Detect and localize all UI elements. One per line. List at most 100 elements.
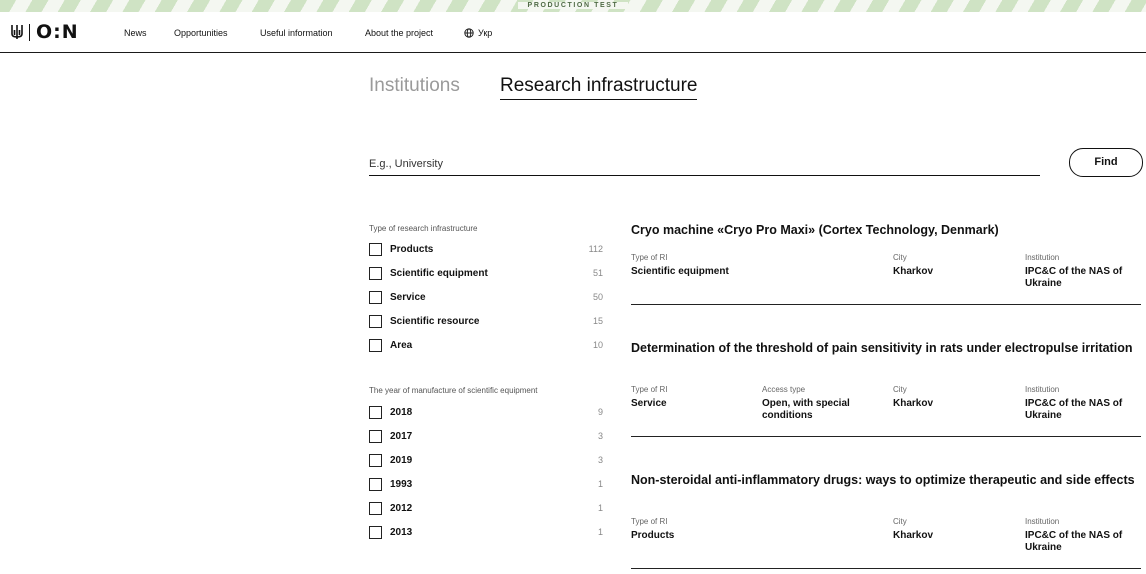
- result-institution-label: Institution: [1025, 385, 1060, 394]
- trident-icon: [11, 25, 23, 39]
- globe-icon: [464, 28, 474, 38]
- result-type: Type of RI Service: [631, 385, 667, 410]
- filter-label: Scientific resource: [390, 316, 480, 327]
- filter-count: 1: [597, 479, 603, 489]
- checkbox[interactable]: [369, 478, 382, 491]
- nav-opportunities[interactable]: Opportunities: [174, 28, 228, 38]
- checkbox[interactable]: [369, 315, 382, 328]
- checkbox[interactable]: [369, 406, 382, 419]
- language-label: Укр: [478, 28, 493, 38]
- checkbox[interactable]: [369, 243, 382, 256]
- result-access-label: Access type: [762, 385, 806, 394]
- filter-count: 10: [592, 340, 603, 350]
- filter-count: 3: [597, 431, 603, 441]
- filter-label: 2017: [390, 431, 413, 442]
- filter-year-2019[interactable]: 2019 3: [369, 454, 603, 470]
- language-switch[interactable]: Укр: [464, 28, 492, 38]
- result-type-value: Service: [631, 398, 667, 409]
- result-institution-label: Institution: [1025, 517, 1060, 526]
- logo[interactable]: O:N: [10, 21, 79, 43]
- checkbox[interactable]: [369, 502, 382, 515]
- filter-label: Products: [390, 244, 434, 255]
- checkbox[interactable]: [369, 267, 382, 280]
- result-institution-label: Institution: [1025, 253, 1060, 262]
- filter-count: 3: [597, 455, 603, 465]
- filter-label: 2012: [390, 503, 413, 514]
- result-city-label: City: [893, 517, 907, 526]
- result-institution-value: IPC&C of the NAS of Ukraine: [1025, 530, 1123, 553]
- filter-type-scientific-resource[interactable]: Scientific resource 15: [369, 315, 603, 331]
- filter-label: Area: [390, 340, 413, 351]
- filter-year-2013[interactable]: 2013 1: [369, 526, 603, 542]
- result-title[interactable]: Determination of the threshold of pain s…: [631, 341, 1141, 356]
- result-type-label: Type of RI: [631, 385, 668, 394]
- result-city: City Kharkov: [893, 385, 933, 410]
- checkbox[interactable]: [369, 454, 382, 467]
- result-type-value: Scientific equipment: [631, 266, 729, 277]
- filter-label: 2019: [390, 455, 413, 466]
- filter-type-scientific-equipment[interactable]: Scientific equipment 51: [369, 267, 603, 283]
- result-type-label: Type of RI: [631, 517, 668, 526]
- filter-type-title: Type of research infrastructure: [369, 224, 478, 233]
- result-city: City Kharkov: [893, 253, 933, 278]
- result-type-value: Products: [631, 530, 675, 541]
- filter-label: 1993: [390, 479, 413, 490]
- result-institution: Institution IPC&C of the NAS of Ukraine: [1025, 517, 1141, 554]
- logo-text: O:N: [36, 21, 79, 43]
- filter-type-area[interactable]: Area 10: [369, 339, 603, 355]
- filter-count: 1: [597, 527, 603, 537]
- checkbox[interactable]: [369, 430, 382, 443]
- result-card[interactable]: Cryo machine «Cryo Pro Maxi» (Cortex Tec…: [631, 223, 1141, 305]
- filter-year-2018[interactable]: 2018 9: [369, 406, 603, 422]
- result-type-label: Type of RI: [631, 253, 668, 262]
- banner-text: PRODUCTION TEST: [517, 2, 629, 9]
- result-access-value: Open, with special conditions: [762, 398, 850, 421]
- filter-count: 9: [597, 407, 603, 417]
- result-access: Access type Open, with special condition…: [762, 385, 882, 422]
- filter-count: 112: [588, 244, 603, 254]
- checkbox[interactable]: [369, 291, 382, 304]
- result-institution-value: IPC&C of the NAS of Ukraine: [1025, 266, 1123, 289]
- checkbox[interactable]: [369, 339, 382, 352]
- filter-count: 50: [592, 292, 603, 302]
- result-title[interactable]: Non-steroidal anti-inflammatory drugs: w…: [631, 473, 1141, 488]
- result-type: Type of RI Scientific equipment: [631, 253, 729, 278]
- result-city-value: Kharkov: [893, 398, 934, 409]
- search-input[interactable]: [369, 158, 1040, 170]
- result-card[interactable]: Determination of the threshold of pain s…: [631, 341, 1141, 437]
- checkbox[interactable]: [369, 526, 382, 539]
- filter-count: 1: [597, 503, 603, 513]
- tab-research-infrastructure[interactable]: Research infrastructure: [500, 75, 698, 100]
- find-button[interactable]: Find: [1069, 148, 1143, 177]
- result-city: City Kharkov: [893, 517, 933, 542]
- search-bar: [369, 150, 1040, 176]
- result-city-label: City: [893, 385, 907, 394]
- filter-year-title: The year of manufacture of scientific eq…: [369, 386, 538, 395]
- result-type: Type of RI Products: [631, 517, 674, 542]
- filter-label: Service: [390, 292, 426, 303]
- result-card[interactable]: Non-steroidal anti-inflammatory drugs: w…: [631, 473, 1141, 569]
- nav-about-project[interactable]: About the project: [365, 28, 433, 38]
- result-title[interactable]: Cryo machine «Cryo Pro Maxi» (Cortex Tec…: [631, 223, 1141, 238]
- filter-label: 2013: [390, 527, 413, 538]
- filter-type-products[interactable]: Products 112: [369, 243, 603, 259]
- logo-divider: [29, 23, 30, 41]
- filter-year-1993[interactable]: 1993 1: [369, 478, 603, 494]
- result-institution: Institution IPC&C of the NAS of Ukraine: [1025, 253, 1141, 290]
- filter-count: 15: [592, 316, 603, 326]
- tab-institutions[interactable]: Institutions: [369, 75, 460, 97]
- result-city-value: Kharkov: [893, 530, 934, 541]
- filter-label: Scientific equipment: [390, 268, 488, 279]
- site-header: O:N News Opportunities Useful informatio…: [0, 12, 1146, 53]
- nav-useful-information[interactable]: Useful information: [260, 28, 333, 38]
- result-city-value: Kharkov: [893, 266, 934, 277]
- filter-type-service[interactable]: Service 50: [369, 291, 603, 307]
- result-institution-value: IPC&C of the NAS of Ukraine: [1025, 398, 1123, 421]
- filter-count: 51: [592, 268, 603, 278]
- result-city-label: City: [893, 253, 907, 262]
- filter-year-2017[interactable]: 2017 3: [369, 430, 603, 446]
- filter-label: 2018: [390, 407, 413, 418]
- filter-year-2012[interactable]: 2012 1: [369, 502, 603, 518]
- nav-news[interactable]: News: [124, 28, 147, 38]
- result-institution: Institution IPC&C of the NAS of Ukraine: [1025, 385, 1141, 422]
